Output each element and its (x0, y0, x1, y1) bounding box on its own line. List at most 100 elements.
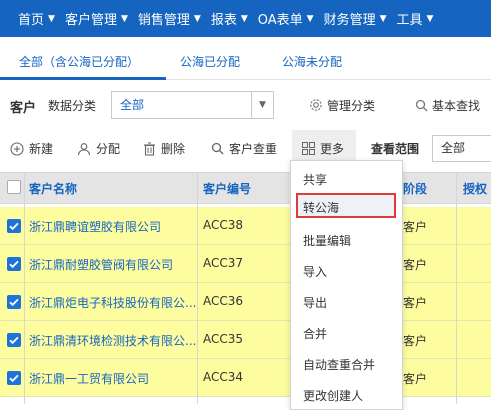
customer-code: ACC34 (203, 370, 244, 384)
column-header-name[interactable]: 客户名称 (29, 180, 77, 197)
tab-all-including-assigned[interactable]: 全部（含公海已分配） (19, 53, 139, 70)
check-icon (9, 336, 19, 345)
manage-category-label: 管理分类 (327, 98, 376, 113)
check-icon (9, 298, 19, 307)
delete-button[interactable]: 删除 (143, 140, 185, 157)
customer-name[interactable]: 浙江鼎聘谊塑胶有限公司 (29, 218, 161, 235)
table-row[interactable]: 浙江鼎一工贸有限公司 ACC34 客户 (0, 359, 491, 397)
manage-category-button[interactable]: 管理分类 (309, 92, 375, 118)
gear-icon (310, 99, 322, 111)
dedupe-button[interactable]: 客户查重 (211, 140, 277, 157)
customer-name[interactable]: 浙江鼎耐塑胶管阀有限公司 (29, 256, 173, 273)
chevron-down-icon: ▼ (48, 13, 55, 24)
customer-stage: 客户 (403, 372, 428, 386)
row-checkbox[interactable] (7, 295, 21, 309)
menu-item-export[interactable]: 导出 (303, 294, 327, 311)
customer-stage: 客户 (403, 334, 428, 348)
check-icon (9, 222, 19, 231)
nav-customer-management[interactable]: 客户管理 ▼ (65, 9, 128, 28)
scope-select[interactable]: 全部 (432, 135, 491, 162)
nav-sales-management[interactable]: 销售管理 ▼ (138, 9, 201, 28)
chevron-down-icon: ▼ (426, 13, 434, 24)
column-header-authorization[interactable]: 授权 (463, 180, 487, 197)
more-button[interactable]: 更多 (302, 140, 344, 157)
scope-label: 查看范围 (371, 142, 420, 156)
customer-stage: 客户 (403, 220, 428, 234)
menu-item-change-creator[interactable]: 更改创建人 (303, 387, 363, 404)
nav-reports[interactable]: 报表 ▼ (211, 9, 248, 28)
chevron-down-icon: ▼ (240, 13, 248, 24)
menu-item-move-to-public-pool[interactable]: 转公海 (303, 199, 339, 216)
scope-select-value: 全部 (441, 141, 466, 155)
assign-button-label: 分配 (96, 142, 121, 156)
customer-name[interactable]: 浙江鼎炬电子科技股份有限公... (29, 294, 196, 311)
menu-item-share[interactable]: 共享 (303, 171, 327, 188)
row-checkbox[interactable] (7, 333, 21, 347)
category-label: 数据分类 (48, 99, 97, 113)
active-tab-indicator (0, 77, 166, 80)
new-button-label: 新建 (29, 142, 54, 156)
user-icon (77, 142, 91, 155)
column-divider (456, 172, 457, 404)
nav-tools[interactable]: 工具 ▼ (397, 9, 434, 28)
chevron-down-icon: ▼ (251, 92, 273, 118)
nav-home-label: 首页 (18, 13, 45, 28)
table-row[interactable]: 浙江鼎聘谊塑胶有限公司 ACC38 客户 (0, 207, 491, 245)
category-select[interactable]: 全部 ▼ (111, 91, 274, 119)
basic-search-label: 基本查找 (432, 98, 481, 113)
nav-finance-label: 财务管理 (323, 13, 376, 28)
delete-button-label: 删除 (161, 142, 186, 156)
chevron-down-icon: ▼ (193, 13, 201, 24)
assign-button[interactable]: 分配 (77, 140, 120, 157)
chevron-down-icon: ▼ (379, 13, 387, 24)
customer-code: ACC37 (203, 256, 244, 270)
table-row[interactable]: 浙江鼎炬电子科技股份有限公... ACC36 客户 (0, 283, 491, 321)
nav-finance[interactable]: 财务管理 ▼ (324, 9, 387, 28)
nav-sales-management-label: 销售管理 (137, 13, 190, 28)
search-icon (415, 99, 428, 111)
trash-icon (144, 141, 155, 156)
column-divider (197, 172, 198, 404)
nav-oa-forms[interactable]: OA表单 ▼ (258, 9, 314, 28)
menu-item-merge[interactable]: 合并 (303, 325, 327, 342)
row-checkbox[interactable] (7, 257, 21, 271)
menu-item-auto-dedupe-merge[interactable]: 自动查重合并 (303, 356, 375, 373)
menu-item-import[interactable]: 导入 (303, 263, 327, 280)
customer-name[interactable]: 浙江鼎清环境检测技术有限公... (29, 332, 196, 349)
customer-stage: 客户 (403, 258, 428, 272)
basic-search-button[interactable]: 基本查找 (415, 92, 480, 118)
chevron-down-icon: ▼ (306, 13, 314, 24)
more-button-label: 更多 (320, 142, 345, 156)
new-button[interactable]: 新建 (10, 140, 53, 157)
nav-reports-label: 报表 (210, 13, 237, 28)
row-checkbox[interactable] (7, 219, 21, 233)
category-select-value: 全部 (120, 98, 145, 112)
column-header-stage[interactable]: 阶段 (403, 180, 427, 197)
top-nav: 首页 ▼ 客户管理 ▼ 销售管理 ▼ 报表 ▼ OA表单 ▼ 财务管理 ▼ 工具 ▼ (0, 0, 491, 37)
select-all-checkbox[interactable] (7, 180, 21, 194)
customer-name[interactable]: 浙江鼎一工贸有限公司 (29, 370, 149, 387)
column-header-code[interactable]: 客户编号 (203, 180, 251, 197)
row-checkbox[interactable] (7, 371, 21, 385)
add-circle-icon (10, 141, 24, 156)
more-dropdown-menu: 共享 转公海 批量编辑 导入 导出 合并 自动查重合并 更改创建人 (290, 160, 403, 410)
section-title: 客户 (10, 101, 37, 116)
nav-tools-label: 工具 (396, 13, 423, 28)
customer-code: ACC38 (203, 218, 244, 232)
search-icon (211, 142, 224, 155)
check-icon (9, 260, 19, 269)
check-icon (9, 374, 19, 383)
customer-stage: 客户 (403, 296, 428, 310)
customer-code: ACC35 (203, 332, 244, 346)
tab-public-pool-unassigned[interactable]: 公海未分配 (282, 53, 342, 70)
table-row[interactable]: 浙江鼎耐塑胶管阀有限公司 ACC37 客户 (0, 245, 491, 283)
menu-item-batch-edit[interactable]: 批量编辑 (303, 232, 351, 249)
grid-icon (302, 142, 315, 155)
nav-home[interactable]: 首页 ▼ (18, 9, 55, 28)
nav-oa-forms-label: OA表单 (257, 13, 303, 28)
table-row[interactable]: 浙江鼎清环境检测技术有限公... ACC35 客户 (0, 321, 491, 359)
nav-customer-management-label: 客户管理 (64, 13, 117, 28)
column-divider (24, 172, 25, 404)
chevron-down-icon: ▼ (120, 13, 128, 24)
tab-public-pool-assigned[interactable]: 公海已分配 (180, 53, 240, 70)
